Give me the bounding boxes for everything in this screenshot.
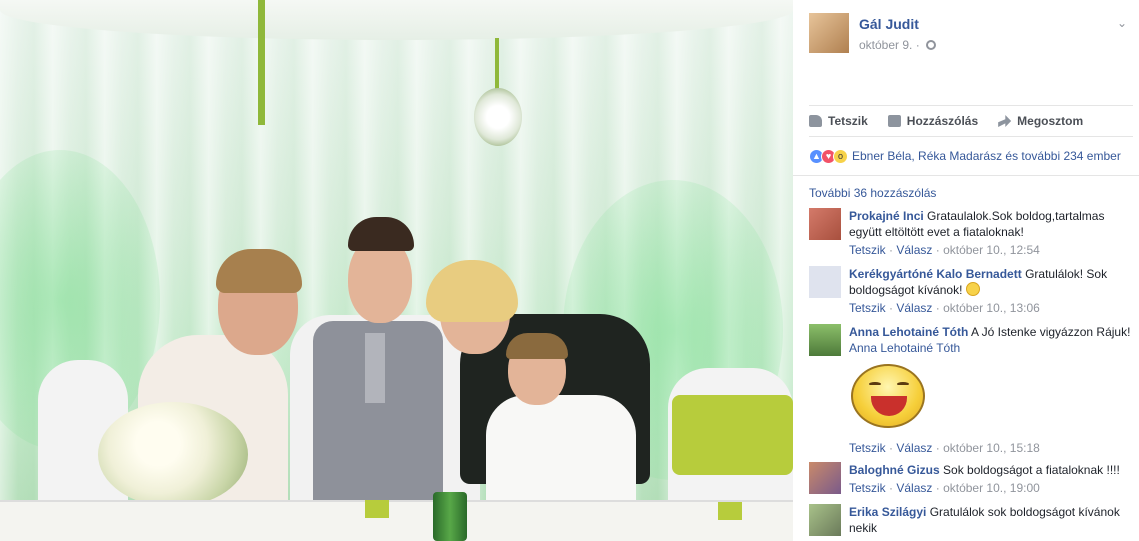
comment-item: Anna Lehotainé Tóth A Jó Istenke vigyázz… — [809, 324, 1131, 459]
more-comments-link[interactable]: További 36 hozzászólás — [809, 186, 936, 200]
commenter-name[interactable]: Baloghné Gizus — [849, 463, 940, 477]
post-side-panel: Gál Judit október 9. · ⌄ Tetszik Hozzász… — [793, 0, 1139, 541]
commenter-avatar[interactable] — [809, 462, 841, 494]
chair-sash — [672, 395, 793, 475]
comment-like-link[interactable]: Tetszik — [849, 243, 886, 257]
comment-reply-link[interactable]: Válasz — [896, 301, 932, 315]
comment-label: Hozzászólás — [906, 114, 979, 128]
comment-meta: Tetszik · Válasz · október 10., 12:54 — [849, 243, 1040, 257]
comment-meta: Tetszik · Válasz · október 10., 15:18 — [849, 441, 1040, 455]
comment-time[interactable]: október 10., 19:00 — [943, 481, 1040, 495]
hanging-ribbon-left — [258, 0, 265, 125]
comment-time[interactable]: október 10., 13:06 — [943, 301, 1040, 315]
head-table — [0, 500, 793, 541]
chevron-down-icon[interactable]: ⌄ — [1117, 16, 1127, 30]
commenter-avatar[interactable] — [809, 324, 841, 356]
commenter-avatar[interactable] — [809, 266, 841, 298]
comment-item: Baloghné Gizus Sok boldogságot a fiatalo… — [809, 462, 1131, 495]
commenter-name[interactable]: Kerékgyártóné Kalo Bernadett — [849, 267, 1022, 281]
commenter-avatar[interactable] — [809, 208, 841, 240]
commenter-name[interactable]: Anna Lehotainé Tóth — [849, 325, 968, 339]
share-icon — [998, 115, 1012, 127]
reactions-text: Ebner Béla, Réka Madarász és további 234… — [852, 149, 1121, 163]
comment-reply-link[interactable]: Válasz — [896, 243, 932, 257]
comment-item: Kerékgyártóné Kalo Bernadett Gratulálok!… — [809, 266, 1131, 315]
post-photo[interactable] — [0, 0, 793, 541]
comment-like-link[interactable]: Tetszik — [849, 301, 886, 315]
thumbs-up-icon — [809, 115, 822, 127]
commenter-avatar[interactable] — [809, 504, 841, 536]
sticker-eye — [869, 382, 881, 386]
comment-item: Erika Szilágyi Gratulálok sok boldogságo… — [809, 504, 1131, 536]
wow-icon: o — [833, 148, 848, 164]
post-actions-bar: Tetszik Hozzászólás Megosztom — [809, 105, 1133, 137]
tagged-user-link[interactable]: Anna Lehotainé Tóth — [849, 341, 960, 355]
share-label: Megosztom — [1017, 114, 1084, 128]
divider — [793, 175, 1139, 176]
author-avatar[interactable] — [809, 13, 849, 53]
author-name[interactable]: Gál Judit — [859, 16, 919, 32]
comment-text: A Jó Istenke vigyázzon Rájuk! — [971, 325, 1131, 339]
laughing-sticker-icon — [851, 364, 925, 428]
comment-text: Sok boldogságot a fiataloknak !!!! — [943, 463, 1120, 477]
napkin-ribbon — [365, 500, 389, 518]
globe-icon — [926, 40, 937, 50]
comment-item: Prokajné Inci Grataulalok.Sok boldog,tar… — [809, 208, 1131, 257]
commenter-name[interactable]: Erika Szilágyi — [849, 505, 926, 519]
smiley-emoji-icon — [965, 282, 980, 296]
share-button[interactable]: Megosztom — [998, 114, 1083, 128]
comment-like-link[interactable]: Tetszik — [849, 441, 886, 455]
sticker-eye — [897, 382, 909, 386]
post-date-row: október 9. · — [859, 38, 937, 52]
soda-can — [433, 492, 467, 541]
comment-meta: Tetszik · Válasz · október 10., 13:06 — [849, 301, 1040, 315]
little-boy — [486, 333, 636, 515]
comment-like-link[interactable]: Tetszik — [849, 481, 886, 495]
comment-reply-link[interactable]: Válasz — [896, 481, 932, 495]
post-date[interactable]: október 9. · — [859, 38, 920, 52]
napkin-ribbon-right — [718, 502, 742, 520]
comment-meta: Tetszik · Válasz · október 10., 19:00 — [849, 481, 1040, 495]
reactions-summary[interactable]: ▲ ♥ o Ebner Béla, Réka Madarász és továb… — [809, 146, 1121, 166]
bridal-bouquet — [98, 402, 248, 507]
commenter-name[interactable]: Prokajné Inci — [849, 209, 924, 223]
comment-time[interactable]: október 10., 15:18 — [943, 441, 1040, 455]
like-button[interactable]: Tetszik — [809, 114, 868, 128]
sticker-mouth — [871, 396, 907, 416]
comment-button[interactable]: Hozzászólás — [887, 114, 979, 128]
comment-reply-link[interactable]: Válasz — [896, 441, 932, 455]
hanging-bouquet — [474, 88, 522, 146]
comment-time[interactable]: október 10., 12:54 — [943, 243, 1040, 257]
like-label: Tetszik — [828, 114, 868, 128]
comment-icon — [887, 115, 901, 127]
